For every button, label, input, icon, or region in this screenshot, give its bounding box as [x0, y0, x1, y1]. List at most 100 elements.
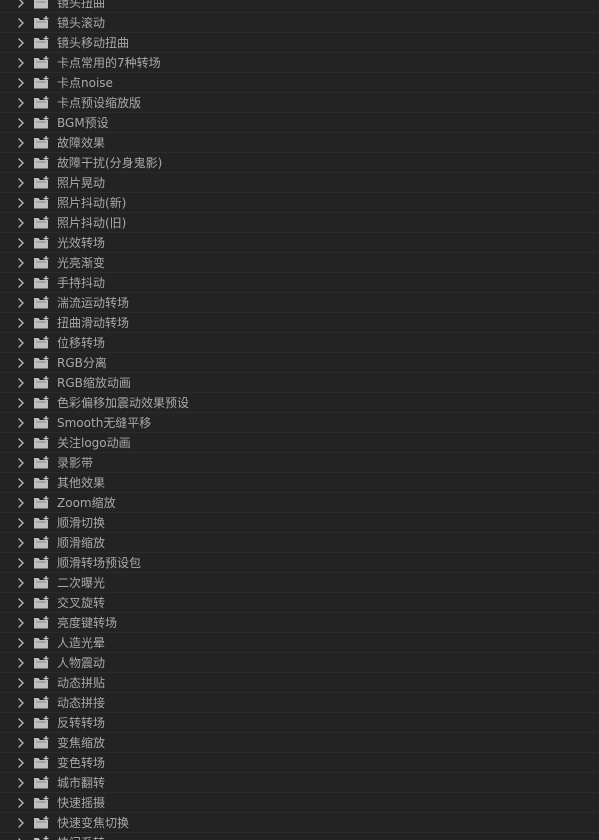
- preset-folder-row[interactable]: 顺滑缩放: [0, 533, 599, 553]
- preset-folder-icon: [34, 196, 50, 209]
- chevron-right-icon[interactable]: [15, 317, 27, 329]
- chevron-right-icon[interactable]: [15, 797, 27, 809]
- preset-folder-icon: [34, 736, 50, 749]
- preset-folder-row[interactable]: 手持抖动: [0, 273, 599, 293]
- preset-folder-row[interactable]: RGB分离: [0, 353, 599, 373]
- chevron-right-icon[interactable]: [15, 757, 27, 769]
- preset-folder-row[interactable]: BGM预设: [0, 113, 599, 133]
- chevron-right-icon[interactable]: [15, 537, 27, 549]
- preset-folder-row[interactable]: 照片抖动(新): [0, 193, 599, 213]
- preset-folder-row[interactable]: 顺滑切换: [0, 513, 599, 533]
- chevron-right-icon[interactable]: [15, 77, 27, 89]
- preset-folder-row[interactable]: 交叉旋转: [0, 593, 599, 613]
- preset-folder-row[interactable]: RGB缩放动画: [0, 373, 599, 393]
- chevron-right-icon[interactable]: [15, 157, 27, 169]
- chevron-right-icon[interactable]: [15, 717, 27, 729]
- preset-folder-row[interactable]: 色彩偏移加震动效果预设: [0, 393, 599, 413]
- chevron-right-icon[interactable]: [15, 57, 27, 69]
- chevron-right-icon[interactable]: [15, 0, 27, 9]
- preset-folder-icon: [34, 216, 50, 229]
- preset-folder-row[interactable]: 照片抖动(旧): [0, 213, 599, 233]
- preset-folder-label: 扭曲滑动转场: [57, 316, 130, 330]
- preset-folder-label: 关注logo动画: [57, 436, 131, 450]
- preset-folder-row[interactable]: 镜头滚动: [0, 13, 599, 33]
- chevron-right-icon[interactable]: [15, 597, 27, 609]
- chevron-right-icon[interactable]: [15, 357, 27, 369]
- chevron-right-icon[interactable]: [15, 397, 27, 409]
- preset-folder-row[interactable]: 快速变焦切换: [0, 813, 599, 833]
- preset-folder-icon: [34, 776, 50, 789]
- preset-folder-icon: [34, 476, 50, 489]
- preset-folder-row[interactable]: 镜头移动扭曲: [0, 33, 599, 53]
- chevron-right-icon[interactable]: [15, 517, 27, 529]
- preset-folder-icon: [34, 456, 50, 469]
- preset-folder-row[interactable]: 卡点noise: [0, 73, 599, 93]
- preset-folder-row[interactable]: 光效转场: [0, 233, 599, 253]
- preset-folder-row[interactable]: 顺滑转场预设包: [0, 553, 599, 573]
- chevron-right-icon[interactable]: [15, 577, 27, 589]
- chevron-right-icon[interactable]: [15, 817, 27, 829]
- chevron-right-icon[interactable]: [15, 197, 27, 209]
- chevron-right-icon[interactable]: [15, 217, 27, 229]
- preset-folder-row[interactable]: 二次曝光: [0, 573, 599, 593]
- preset-folder-row[interactable]: 卡点常用的7种转场: [0, 53, 599, 73]
- chevron-right-icon[interactable]: [15, 677, 27, 689]
- chevron-right-icon[interactable]: [15, 277, 27, 289]
- preset-folder-row[interactable]: 故障干扰(分身鬼影): [0, 153, 599, 173]
- chevron-right-icon[interactable]: [15, 497, 27, 509]
- chevron-right-icon[interactable]: [15, 17, 27, 29]
- preset-folder-row[interactable]: Smooth无缝平移: [0, 413, 599, 433]
- preset-folder-row[interactable]: 动态拼贴: [0, 673, 599, 693]
- preset-folder-row[interactable]: 动态拼接: [0, 693, 599, 713]
- preset-folder-row[interactable]: 位移转场: [0, 333, 599, 353]
- preset-folder-row[interactable]: 录影带: [0, 453, 599, 473]
- preset-folder-icon: [34, 396, 50, 409]
- chevron-right-icon[interactable]: [15, 337, 27, 349]
- chevron-right-icon[interactable]: [15, 237, 27, 249]
- chevron-right-icon[interactable]: [15, 637, 27, 649]
- chevron-right-icon[interactable]: [15, 557, 27, 569]
- chevron-right-icon[interactable]: [15, 97, 27, 109]
- preset-folder-row[interactable]: Zoom缩放: [0, 493, 599, 513]
- preset-folder-row[interactable]: 城市翻转: [0, 773, 599, 793]
- preset-folder-label: 顺滑转场预设包: [57, 556, 142, 570]
- preset-folder-icon: [34, 616, 50, 629]
- chevron-right-icon[interactable]: [15, 177, 27, 189]
- preset-folder-row[interactable]: 人物震动: [0, 653, 599, 673]
- preset-folder-row[interactable]: 变色转场: [0, 753, 599, 773]
- preset-folder-row[interactable]: 关注logo动画: [0, 433, 599, 453]
- preset-folder-row[interactable]: 照片晃动: [0, 173, 599, 193]
- chevron-right-icon[interactable]: [15, 417, 27, 429]
- chevron-right-icon[interactable]: [15, 457, 27, 469]
- chevron-right-icon[interactable]: [15, 777, 27, 789]
- preset-folder-row[interactable]: 湍流运动转场: [0, 293, 599, 313]
- preset-folder-row[interactable]: 反转转场: [0, 713, 599, 733]
- chevron-right-icon[interactable]: [15, 437, 27, 449]
- preset-folder-row[interactable]: 变焦缩放: [0, 733, 599, 753]
- preset-folder-row[interactable]: 镜头扭曲: [0, 0, 599, 13]
- preset-folder-row[interactable]: 快门系转: [0, 833, 599, 840]
- preset-folder-row[interactable]: 人造光晕: [0, 633, 599, 653]
- preset-folder-label: 亮度键转场: [57, 616, 118, 630]
- chevron-right-icon[interactable]: [15, 697, 27, 709]
- preset-folder-row[interactable]: 其他效果: [0, 473, 599, 493]
- chevron-right-icon[interactable]: [15, 617, 27, 629]
- chevron-right-icon[interactable]: [15, 117, 27, 129]
- chevron-right-icon[interactable]: [15, 477, 27, 489]
- chevron-right-icon[interactable]: [15, 297, 27, 309]
- preset-folder-row[interactable]: 快速摇摄: [0, 793, 599, 813]
- preset-folder-row[interactable]: 故障效果: [0, 133, 599, 153]
- preset-folder-label: 快速变焦切换: [57, 816, 130, 830]
- chevron-right-icon[interactable]: [15, 37, 27, 49]
- preset-folder-icon: [34, 96, 50, 109]
- preset-folder-row[interactable]: 亮度键转场: [0, 613, 599, 633]
- chevron-right-icon[interactable]: [15, 377, 27, 389]
- chevron-right-icon[interactable]: [15, 737, 27, 749]
- preset-folder-row[interactable]: 扭曲滑动转场: [0, 313, 599, 333]
- chevron-right-icon[interactable]: [15, 257, 27, 269]
- chevron-right-icon[interactable]: [15, 137, 27, 149]
- preset-folder-row[interactable]: 光亮渐变: [0, 253, 599, 273]
- chevron-right-icon[interactable]: [15, 657, 27, 669]
- preset-folder-row[interactable]: 卡点预设缩放版: [0, 93, 599, 113]
- preset-folder-icon: [34, 436, 50, 449]
